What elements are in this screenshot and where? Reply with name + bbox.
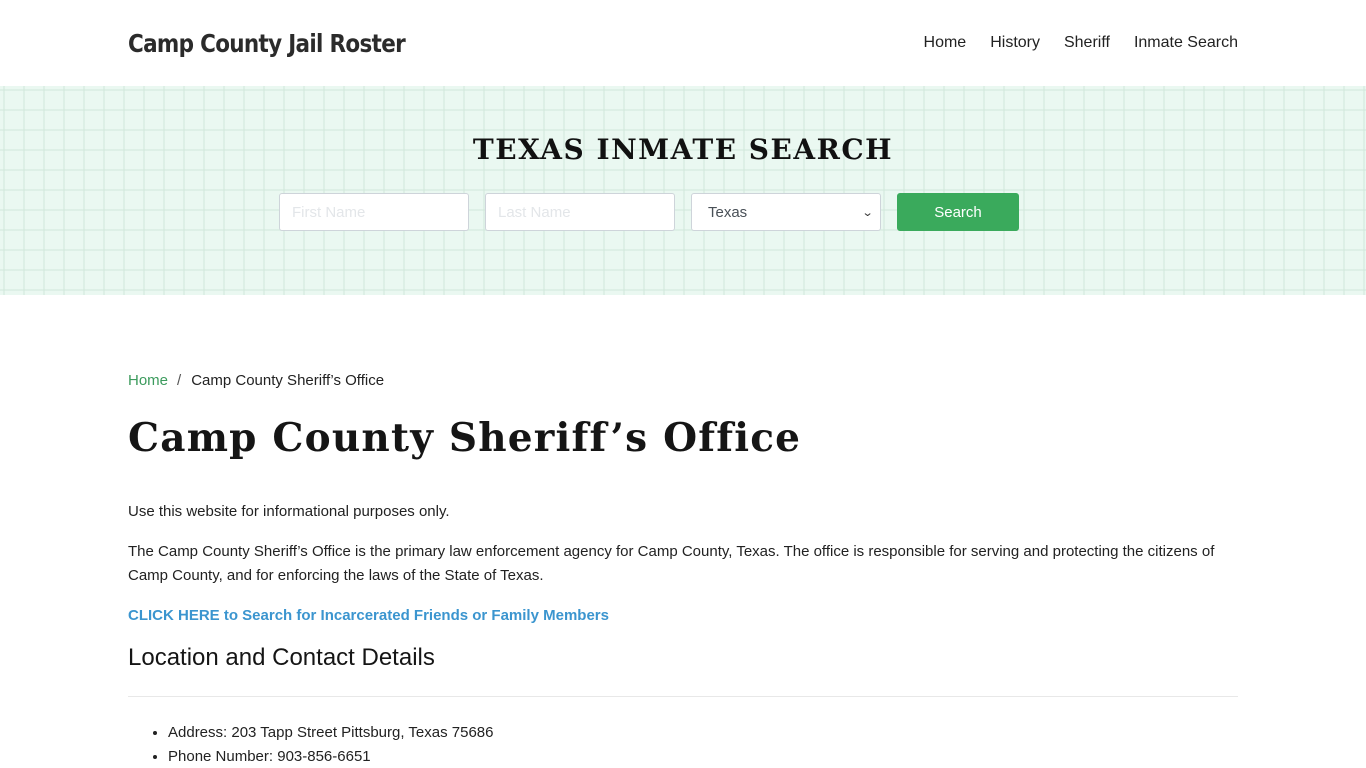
page-title: Camp County Sheriff’s Office [128,415,802,461]
site-header: Camp County Jail Roster Home History She… [0,0,1366,86]
state-select-value: Texas [708,203,748,221]
state-select[interactable]: Texas ⌄ [691,193,881,231]
main-nav: Home History Sheriff Inmate Search [924,34,1238,52]
nav-link-sheriff[interactable]: Sheriff [1040,34,1110,52]
breadcrumb-separator: / [177,371,182,389]
inmate-search-form: Texas ⌄ Search [279,193,1019,231]
nav-link-inmate-search[interactable]: Inmate Search [1110,34,1238,52]
nav-link-home[interactable]: Home [924,34,967,52]
nav-item-history: History [966,34,1040,52]
intro-paragraph: The Camp County Sheriff’s Office is the … [128,542,1215,584]
nav-item-sheriff: Sheriff [1040,34,1110,52]
main-content: Home / Camp County Sheriff’s Office Camp… [0,295,1366,768]
hero-title: TEXAS INMATE SEARCH [472,133,894,166]
nav-item-home: Home [924,34,967,52]
detail-address: Address: 203 Tapp Street Pittsburg, Texa… [168,721,1238,745]
inmate-search-hero: TEXAS INMATE SEARCH Texas ⌄ Search [0,86,1366,295]
contact-details-list: Address: 203 Tapp Street Pittsburg, Texa… [128,721,1238,768]
disclaimer-text: Use this website for informational purpo… [128,502,450,520]
breadcrumb-home-link[interactable]: Home [128,372,168,389]
nav-link-history[interactable]: History [966,34,1040,52]
chevron-down-icon: ⌄ [861,206,874,219]
section-title-location: Location and Contact Details [128,643,435,671]
nav-item-inmate-search: Inmate Search [1110,34,1238,52]
detail-phone: Phone Number: 903-856-6651 [168,745,1238,768]
search-button[interactable]: Search [897,193,1019,231]
last-name-input[interactable] [485,193,675,231]
breadcrumb: Home / Camp County Sheriff’s Office [128,369,1238,391]
first-name-input[interactable] [279,193,469,231]
site-logo-link[interactable]: Camp County Jail Roster [128,29,406,58]
breadcrumb-current: Camp County Sheriff’s Office [191,371,385,389]
search-incarcerated-link[interactable]: CLICK HERE to Search for Incarcerated Fr… [128,604,609,628]
section-divider [128,695,1238,697]
